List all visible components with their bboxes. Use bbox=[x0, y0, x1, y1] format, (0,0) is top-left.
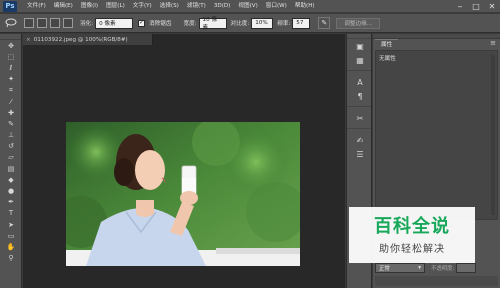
document-title: 01103922.jpeg @ 100%(RGB/8#) bbox=[33, 36, 128, 43]
menu-image[interactable]: 图像(I) bbox=[77, 0, 102, 13]
blend-mode-value: 正常 bbox=[379, 266, 390, 272]
menu-help[interactable]: 帮助(H) bbox=[291, 0, 319, 13]
watermark-title: 百科全说 bbox=[374, 215, 450, 237]
crop-icon[interactable]: ⌗ bbox=[0, 85, 22, 96]
eyedropper-icon[interactable]: ⁄ bbox=[0, 96, 22, 107]
toolbox: ✥ ⬚ ℓ ✦ ⌗ ⁄ ✚ ✎ ⊥ ↺ ▱ ▤ ◆ ● ✒ T ➤ ▭ ✋ ⚲ bbox=[0, 34, 22, 288]
photo-woman-drinking-milk bbox=[66, 122, 300, 266]
watermark-logo: 百科全说 助你轻松解决 bbox=[349, 207, 475, 263]
menu-filter[interactable]: 滤镜(T) bbox=[183, 0, 210, 13]
new-selection-button[interactable] bbox=[24, 18, 34, 28]
menu-select[interactable]: 选择(S) bbox=[156, 0, 183, 13]
move-icon[interactable]: ✥ bbox=[0, 40, 22, 51]
menu-file[interactable]: 文件(F) bbox=[23, 0, 50, 13]
opacity-label: 不透明度: bbox=[431, 266, 455, 272]
tablet-pressure-button[interactable]: ✎ bbox=[318, 17, 331, 29]
panel-separator bbox=[347, 103, 371, 107]
feather-input[interactable]: 0 像素 bbox=[95, 17, 134, 29]
menu-3d[interactable]: 3D(D) bbox=[210, 0, 235, 13]
image-canvas[interactable] bbox=[66, 122, 300, 266]
zoom-icon[interactable]: ⚲ bbox=[0, 253, 22, 264]
chevron-down-icon: ▾ bbox=[418, 265, 421, 271]
frequency-label: 频率: bbox=[277, 21, 291, 27]
panel-menu-icon[interactable]: ≡ bbox=[490, 39, 496, 47]
history-brush-icon[interactable]: ↺ bbox=[0, 141, 22, 152]
dodge-icon[interactable]: ● bbox=[0, 185, 22, 196]
contrast-input[interactable]: 10% bbox=[251, 17, 274, 29]
character-panel-icon[interactable]: A bbox=[347, 75, 373, 89]
adjustments-panel-icon[interactable]: ☰ bbox=[347, 147, 373, 161]
document-tab[interactable]: × 01103922.jpeg @ 100%(RGB/8#) bbox=[23, 34, 153, 45]
pen-tool-icon[interactable]: ✒ bbox=[0, 197, 22, 208]
shape-icon[interactable]: ▭ bbox=[0, 230, 22, 241]
properties-scrollbar[interactable] bbox=[491, 55, 495, 215]
menu-layer[interactable]: 图层(L) bbox=[102, 0, 129, 13]
close-tab-icon[interactable]: × bbox=[26, 37, 31, 43]
lasso-icon[interactable]: ℓ bbox=[0, 62, 22, 73]
brush-icon[interactable]: ✎ bbox=[0, 118, 22, 129]
panel-separator bbox=[347, 125, 371, 129]
no-properties-text: 无属性 bbox=[379, 56, 396, 62]
marquee-icon[interactable]: ⬚ bbox=[0, 51, 22, 62]
tool-presets-panel-icon[interactable]: ✂ bbox=[347, 111, 373, 125]
add-selection-button[interactable] bbox=[37, 18, 47, 28]
minimize-button[interactable]: ‒ bbox=[452, 0, 468, 13]
panel-separator bbox=[347, 67, 371, 71]
history-panel-icon[interactable]: ▣ bbox=[347, 39, 373, 53]
healing-icon[interactable]: ✚ bbox=[0, 107, 22, 118]
eraser-icon[interactable]: ▱ bbox=[0, 152, 22, 163]
pen-icon: ✎ bbox=[321, 19, 328, 27]
layers-lock-row bbox=[375, 276, 498, 286]
maximize-button[interactable]: □ bbox=[468, 0, 484, 13]
frequency-input[interactable]: 57 bbox=[292, 17, 311, 29]
contrast-label: 对比度: bbox=[230, 21, 250, 27]
antialias-checkbox[interactable]: ✓ bbox=[138, 19, 146, 27]
menu-view[interactable]: 视图(V) bbox=[234, 0, 261, 13]
menu-window[interactable]: 窗口(W) bbox=[262, 0, 291, 13]
lasso-icon bbox=[5, 18, 17, 28]
menu-edit[interactable]: 编辑(E) bbox=[50, 0, 77, 13]
width-label: 宽度: bbox=[183, 21, 197, 27]
properties-body: 无属性 bbox=[375, 50, 498, 220]
paragraph-panel-icon[interactable]: ¶ bbox=[347, 89, 373, 103]
opacity-input[interactable] bbox=[456, 263, 477, 273]
gradient-icon[interactable]: ▤ bbox=[0, 163, 22, 174]
path-select-icon[interactable]: ➤ bbox=[0, 219, 22, 230]
intersect-selection-button[interactable] bbox=[63, 18, 73, 28]
width-input[interactable]: 10 像素 bbox=[198, 17, 227, 31]
tool-preset-picker[interactable] bbox=[2, 16, 20, 31]
stamp-icon[interactable]: ⊥ bbox=[0, 130, 22, 141]
menu-type[interactable]: 文字(Y) bbox=[129, 0, 156, 13]
document-workspace: × 01103922.jpeg @ 100%(RGB/8#) bbox=[23, 34, 345, 288]
photoshop-logo: Ps bbox=[3, 0, 17, 12]
close-button[interactable]: ✕ bbox=[484, 0, 500, 13]
layers-options-row: 正常 ▾ 不透明度: bbox=[375, 262, 498, 274]
menu-bar: Ps 文件(F) 编辑(E) 图像(I) 图层(L) 文字(Y) 选择(S) 滤… bbox=[0, 0, 500, 13]
tab-properties[interactable]: 属性 bbox=[375, 39, 399, 48]
subtract-selection-button[interactable] bbox=[50, 18, 60, 28]
swatches-panel-icon[interactable]: ▦ bbox=[347, 53, 373, 67]
watermark-subtitle: 助你轻松解决 bbox=[379, 243, 445, 255]
blend-mode-select[interactable]: 正常 ▾ bbox=[375, 263, 425, 273]
hand-icon[interactable]: ✋ bbox=[0, 241, 22, 252]
antialias-label: 消除锯齿 bbox=[149, 21, 172, 27]
refine-edge-button[interactable]: 调整边缘... bbox=[336, 17, 381, 29]
brush-panel-icon[interactable]: ✍ bbox=[347, 133, 373, 147]
blur-icon[interactable]: ◆ bbox=[0, 174, 22, 185]
quick-select-icon[interactable]: ✦ bbox=[0, 74, 22, 85]
options-bar: 羽化: 0 像素 ✓ 消除锯齿 宽度: 10 像素 对比度: 10% 频率: 5… bbox=[0, 14, 500, 33]
type-icon[interactable]: T bbox=[0, 208, 22, 219]
window-controls: ‒ □ ✕ bbox=[452, 0, 500, 13]
feather-label: 羽化: bbox=[80, 21, 94, 27]
